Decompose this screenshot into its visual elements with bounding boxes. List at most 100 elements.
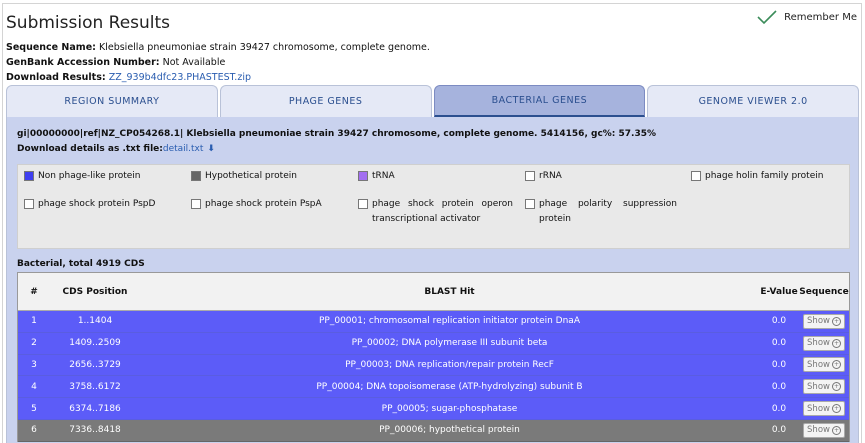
- legend-swatch: [191, 199, 201, 209]
- header-num[interactable]: #: [18, 273, 50, 310]
- show-label: Show: [807, 316, 830, 327]
- row-num: 6: [31, 425, 37, 436]
- show-sequence-button[interactable]: Show +: [803, 401, 845, 417]
- row-blast-hit: PP_00006; hypothetical protein: [379, 425, 520, 436]
- show-label: Show: [807, 425, 830, 436]
- download-results-link[interactable]: ZZ_939b4dfc23.PHASTEST.zip: [109, 72, 251, 83]
- row-num: 1: [31, 316, 37, 327]
- row-blast-hit: PP_00003; DNA replication/repair protein…: [345, 359, 554, 370]
- legend-item-pspd: phage shock protein PspD: [24, 197, 155, 212]
- legend-swatch: [191, 171, 201, 181]
- show-label: Show: [807, 359, 830, 370]
- legend-item-pspa: phage shock protein PspA: [191, 197, 322, 212]
- row-cds-position: 1..1404: [77, 316, 113, 327]
- row-e-value: 0.0: [771, 338, 787, 349]
- header-blast-hit[interactable]: BLAST Hit: [140, 273, 759, 310]
- legend-swatch: [358, 171, 368, 181]
- row-e-value: 0.0: [771, 425, 787, 436]
- legend-label: tRNA: [372, 171, 395, 181]
- table-row: 1 1..1404 PP_00001; chromosomal replicat…: [18, 311, 849, 333]
- plus-circle-icon: +: [831, 425, 841, 435]
- legend-label: phage polarity suppression protein: [539, 199, 677, 224]
- download-results-label: Download Results:: [6, 72, 106, 83]
- detail-file-link[interactable]: detail.txt: [163, 144, 204, 154]
- row-e-value: 0.0: [771, 359, 787, 370]
- download-details-label: Download details as .txt file:: [17, 144, 163, 154]
- plus-circle-icon: +: [831, 316, 841, 326]
- tab-bacterial-genes[interactable]: BACTERIAL GENES: [433, 85, 646, 117]
- row-num: 5: [31, 403, 37, 414]
- row-e-value: 0.0: [771, 381, 787, 392]
- genbank-line: GenBank Accession Number: Not Available: [6, 57, 225, 68]
- checkmark-icon: [757, 10, 777, 25]
- row-blast-hit: PP_00005; sugar-phosphatase: [381, 403, 518, 414]
- legend-box: Non phage-like protein Hypothetical prot…: [17, 164, 850, 249]
- plus-circle-icon: +: [831, 360, 841, 370]
- show-label: Show: [807, 403, 830, 414]
- header-cds-position[interactable]: CDS Position: [50, 273, 140, 310]
- row-cds-position: 6374..7186: [69, 403, 121, 414]
- download-icon[interactable]: ⬇: [207, 144, 215, 154]
- legend-item-hypothetical: Hypothetical protein: [191, 169, 297, 184]
- sequence-name-value: Klebsiella pneumoniae strain 39427 chrom…: [98, 42, 430, 53]
- download-results-line: Download Results: ZZ_939b4dfc23.PHASTEST…: [6, 72, 251, 83]
- genome-info: gi|00000000|ref|NZ_CP054268.1| Klebsiell…: [17, 129, 657, 139]
- legend-swatch: [24, 199, 34, 209]
- legend-item-non-phage: Non phage-like protein: [24, 169, 141, 184]
- legend-swatch: [358, 199, 368, 209]
- table-caption: Bacterial, total 4919 CDS: [17, 259, 145, 269]
- table-row: 4 3758..6172 PP_00004; DNA topoisomerase…: [18, 376, 849, 399]
- row-e-value: 0.0: [771, 316, 787, 327]
- show-sequence-button[interactable]: Show +: [803, 422, 845, 438]
- legend-label: rRNA: [539, 171, 562, 181]
- cds-table: # CDS Position BLAST Hit E-Value Sequenc…: [17, 272, 850, 442]
- row-num: 3: [31, 359, 37, 370]
- legend-label: Non phage-like protein: [38, 171, 141, 181]
- genbank-value: Not Available: [162, 57, 226, 68]
- table-row: 5 6374..7186 PP_00005; sugar-phosphatase…: [18, 398, 849, 420]
- row-blast-hit: PP_00001; chromosomal replication initia…: [319, 316, 580, 327]
- remember-me[interactable]: Remember Me: [756, 9, 857, 25]
- show-sequence-button[interactable]: Show +: [803, 313, 845, 329]
- genbank-label: GenBank Accession Number:: [6, 57, 160, 68]
- header-sequence: Sequence: [799, 286, 849, 297]
- legend-label: phage shock protein PspD: [38, 199, 156, 209]
- remember-me-label: Remember Me: [784, 11, 857, 23]
- legend-label: phage holin family protein: [705, 171, 824, 181]
- legend-item-trna: tRNA: [358, 169, 395, 184]
- row-blast-hit: PP_00002; DNA polymerase III subunit bet…: [351, 338, 548, 349]
- tab-region-summary[interactable]: REGION SUMMARY: [6, 85, 218, 117]
- row-cds-position: 7336..8418: [69, 425, 121, 436]
- legend-item-operon-activator: phage shock protein operon transcription…: [358, 197, 513, 227]
- legend-swatch: [525, 171, 535, 181]
- row-num: 4: [31, 381, 37, 392]
- table-header: # CDS Position BLAST Hit E-Value Sequenc…: [18, 273, 849, 311]
- plus-circle-icon: +: [831, 382, 841, 392]
- sequence-name-label: Sequence Name:: [6, 42, 96, 53]
- page-title: Submission Results: [6, 13, 171, 33]
- plus-circle-icon: +: [831, 404, 841, 414]
- legend-swatch: [525, 199, 535, 209]
- table-row: 2 1409..2509 PP_00002; DNA polymerase II…: [18, 332, 849, 355]
- download-details-line: Download details as .txt file:detail.txt…: [17, 144, 215, 154]
- legend-swatch: [24, 171, 34, 181]
- header-e-value[interactable]: E-Value: [759, 273, 799, 310]
- row-cds-position: 2656..3729: [69, 359, 121, 370]
- show-sequence-button[interactable]: Show +: [803, 379, 845, 395]
- tab-phage-genes[interactable]: PHAGE GENES: [219, 85, 432, 117]
- legend-item-rrna: rRNA: [525, 169, 562, 184]
- legend-swatch: [691, 171, 701, 181]
- results-tabs: REGION SUMMARY PHAGE GENES BACTERIAL GEN…: [6, 85, 859, 117]
- plus-circle-icon: +: [831, 338, 841, 348]
- legend-label: Hypothetical protein: [205, 171, 297, 181]
- bacterial-genes-panel: gi|00000000|ref|NZ_CP054268.1| Klebsiell…: [6, 117, 859, 443]
- tab-genome-viewer[interactable]: GENOME VIEWER 2.0: [647, 85, 859, 117]
- sequence-name-line: Sequence Name: Klebsiella pneumoniae str…: [6, 42, 430, 53]
- legend-item-holin: phage holin family protein: [691, 169, 823, 184]
- legend-label: phage shock protein operon transcription…: [372, 199, 513, 224]
- show-sequence-button[interactable]: Show +: [803, 357, 845, 373]
- legend-item-polarity-suppression: phage polarity suppression protein: [525, 197, 677, 227]
- show-sequence-button[interactable]: Show +: [803, 335, 845, 351]
- row-blast-hit: PP_00004; DNA topoisomerase (ATP-hydroly…: [316, 381, 583, 392]
- row-num: 2: [31, 338, 37, 349]
